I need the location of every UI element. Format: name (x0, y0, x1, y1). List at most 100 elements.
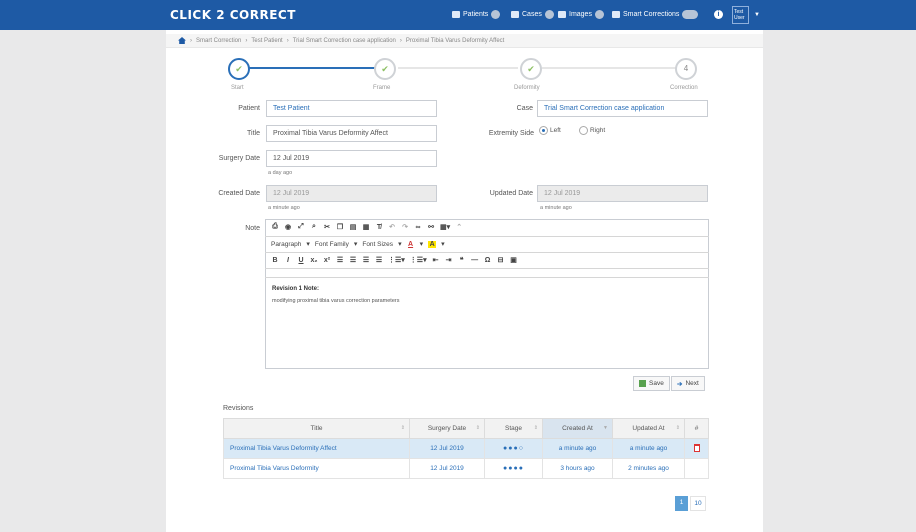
column-header-stage[interactable]: Stage ⇕ (484, 418, 543, 439)
step-frame[interactable]: ✔ (374, 58, 396, 80)
images-count-badge (594, 10, 604, 19)
side-left-label: Left (550, 127, 561, 134)
breadcrumb-item[interactable]: Smart Correction (196, 38, 241, 44)
blockquote-icon[interactable]: ❝ (458, 256, 466, 264)
editor-content-title: Revision 1 Note: (272, 286, 320, 292)
paragraph-select[interactable]: Paragraph (271, 241, 301, 248)
sort-desc-icon: ▼ (603, 425, 608, 431)
justify-icon[interactable]: ☰ (375, 256, 383, 264)
chevron-down-icon[interactable]: ▾ (398, 240, 402, 248)
chevron-down-icon[interactable]: ▾ (441, 240, 445, 248)
revision-title[interactable]: Proximal Tibia Varus Deformity Affect (223, 438, 410, 459)
special-char-icon[interactable]: Ω (484, 257, 492, 264)
title-field[interactable]: Proximal Tibia Varus Deformity Affect (266, 125, 437, 142)
find-icon[interactable]: ⌕ (310, 223, 318, 231)
pagination-current-page[interactable]: 1 (675, 496, 688, 511)
created-date-hint: a minute ago (268, 205, 300, 211)
nav-images[interactable]: Images (558, 10, 604, 19)
redo-icon[interactable]: ↷ (401, 223, 409, 231)
breadcrumb-separator: › (190, 37, 192, 44)
step-correction[interactable]: 4 (675, 58, 697, 80)
font-family-select[interactable]: Font Family (315, 241, 349, 248)
side-right-radio[interactable]: Right (579, 126, 605, 135)
page-break-icon[interactable]: ⊟ (497, 256, 505, 264)
table-row[interactable]: Proximal Tibia Varus Deformity 12 Jul 20… (223, 458, 709, 479)
revision-title[interactable]: Proximal Tibia Varus Deformity (223, 458, 410, 479)
revision-stage: ●●●● (484, 458, 543, 479)
align-right-icon[interactable]: ☰ (362, 256, 370, 264)
sort-icon: ⇕ (675, 425, 680, 431)
horizontal-rule-icon[interactable]: — (471, 257, 479, 264)
numbered-list-icon[interactable]: ⋮☰▾ (410, 256, 427, 264)
paste-text-icon[interactable]: ▦ (362, 223, 370, 231)
column-header-created-at[interactable]: Created At ▼ (542, 418, 613, 439)
extremity-side-label: Extremity Side (488, 130, 534, 137)
step-label: Frame (373, 85, 391, 91)
nav-patients[interactable]: Patients (452, 10, 501, 19)
indent-icon[interactable]: ⇥ (445, 256, 453, 264)
caret-down-icon[interactable]: ▼ (754, 12, 760, 18)
case-field[interactable]: Trial Smart Correction case application (537, 100, 708, 117)
collapse-icon[interactable]: ⌃ (455, 223, 463, 231)
step-label: Correction (670, 85, 698, 91)
link-icon[interactable]: ∞ (414, 224, 422, 231)
align-left-icon[interactable]: ☰ (336, 256, 344, 264)
chevron-down-icon[interactable]: ▾ (354, 240, 358, 248)
clear-format-icon[interactable]: T̸ (375, 224, 383, 231)
column-header-surgery-date[interactable]: Surgery Date ⇕ (409, 418, 485, 439)
pagination-page-size[interactable]: 10 (690, 496, 706, 511)
unlink-icon[interactable]: ⚯ (427, 223, 435, 231)
breadcrumb-item[interactable]: Test Patient (251, 38, 282, 44)
info-icon[interactable]: i (714, 10, 723, 19)
cut-icon[interactable]: ✂ (323, 223, 331, 231)
save-label: Save (649, 380, 664, 387)
nav-smart-corrections[interactable]: Smart Corrections (612, 10, 699, 19)
user-menu[interactable]: Test User (732, 6, 749, 24)
print-icon[interactable]: ⎙ (271, 223, 279, 231)
table-icon[interactable]: ▦▾ (440, 223, 450, 231)
undo-icon[interactable]: ↶ (388, 223, 396, 231)
text-color-icon[interactable]: A (407, 241, 415, 248)
bold-icon[interactable]: B (271, 257, 279, 264)
highlight-color-icon[interactable]: A (428, 240, 437, 248)
template-icon[interactable]: ▣ (510, 256, 518, 264)
preview-icon[interactable]: ◉ (284, 223, 292, 231)
next-button[interactable]: ➔ Next (671, 376, 705, 391)
fullscreen-icon[interactable]: ⤢ (297, 223, 305, 231)
copy-icon[interactable]: ❐ (336, 223, 344, 231)
chevron-down-icon[interactable]: ▾ (420, 240, 424, 248)
save-button[interactable]: Save (633, 376, 670, 391)
pdf-icon[interactable] (693, 443, 700, 452)
breadcrumb-item[interactable]: Trial Smart Correction case application (293, 38, 396, 44)
nav-cases-label: Cases (522, 11, 542, 18)
radio-unchecked-icon (579, 126, 588, 135)
outdent-icon[interactable]: ⇤ (432, 256, 440, 264)
step-start[interactable]: ✔ (228, 58, 250, 80)
breadcrumb-separator: › (286, 37, 289, 44)
column-header-updated-at[interactable]: Updated At ⇕ (612, 418, 685, 439)
chevron-down-icon[interactable]: ▾ (306, 240, 310, 248)
next-label: Next (685, 380, 699, 387)
font-sizes-select[interactable]: Font Sizes (362, 241, 393, 248)
side-left-radio[interactable]: Left (539, 126, 561, 135)
app-logo[interactable]: CLICK 2 CORRECT (170, 8, 296, 22)
sort-icon: ⇕ (533, 425, 538, 431)
sort-icon: ⇕ (400, 425, 405, 431)
revisions-title: Revisions (223, 405, 254, 412)
underline-icon[interactable]: U (297, 257, 305, 264)
subscript-icon[interactable]: x₂ (310, 257, 318, 264)
patient-field[interactable]: Test Patient (266, 100, 437, 117)
nav-cases[interactable]: Cases (511, 10, 554, 19)
surgery-date-field[interactable]: 12 Jul 2019 (266, 150, 437, 167)
toolbar-divider (265, 277, 709, 278)
italic-icon[interactable]: I (284, 257, 292, 264)
step-deformity[interactable]: ✔ (520, 58, 542, 80)
revision-created-at: 3 hours ago (542, 458, 613, 479)
bullet-list-icon[interactable]: ⋮☰▾ (388, 256, 405, 264)
table-row[interactable]: Proximal Tibia Varus Deformity Affect 12… (223, 438, 709, 459)
superscript-icon[interactable]: x² (323, 257, 331, 264)
align-center-icon[interactable]: ☰ (349, 256, 357, 264)
column-header-title[interactable]: Title ⇕ (223, 418, 410, 439)
home-icon[interactable] (178, 37, 186, 44)
paste-icon[interactable]: ▤ (349, 223, 357, 231)
